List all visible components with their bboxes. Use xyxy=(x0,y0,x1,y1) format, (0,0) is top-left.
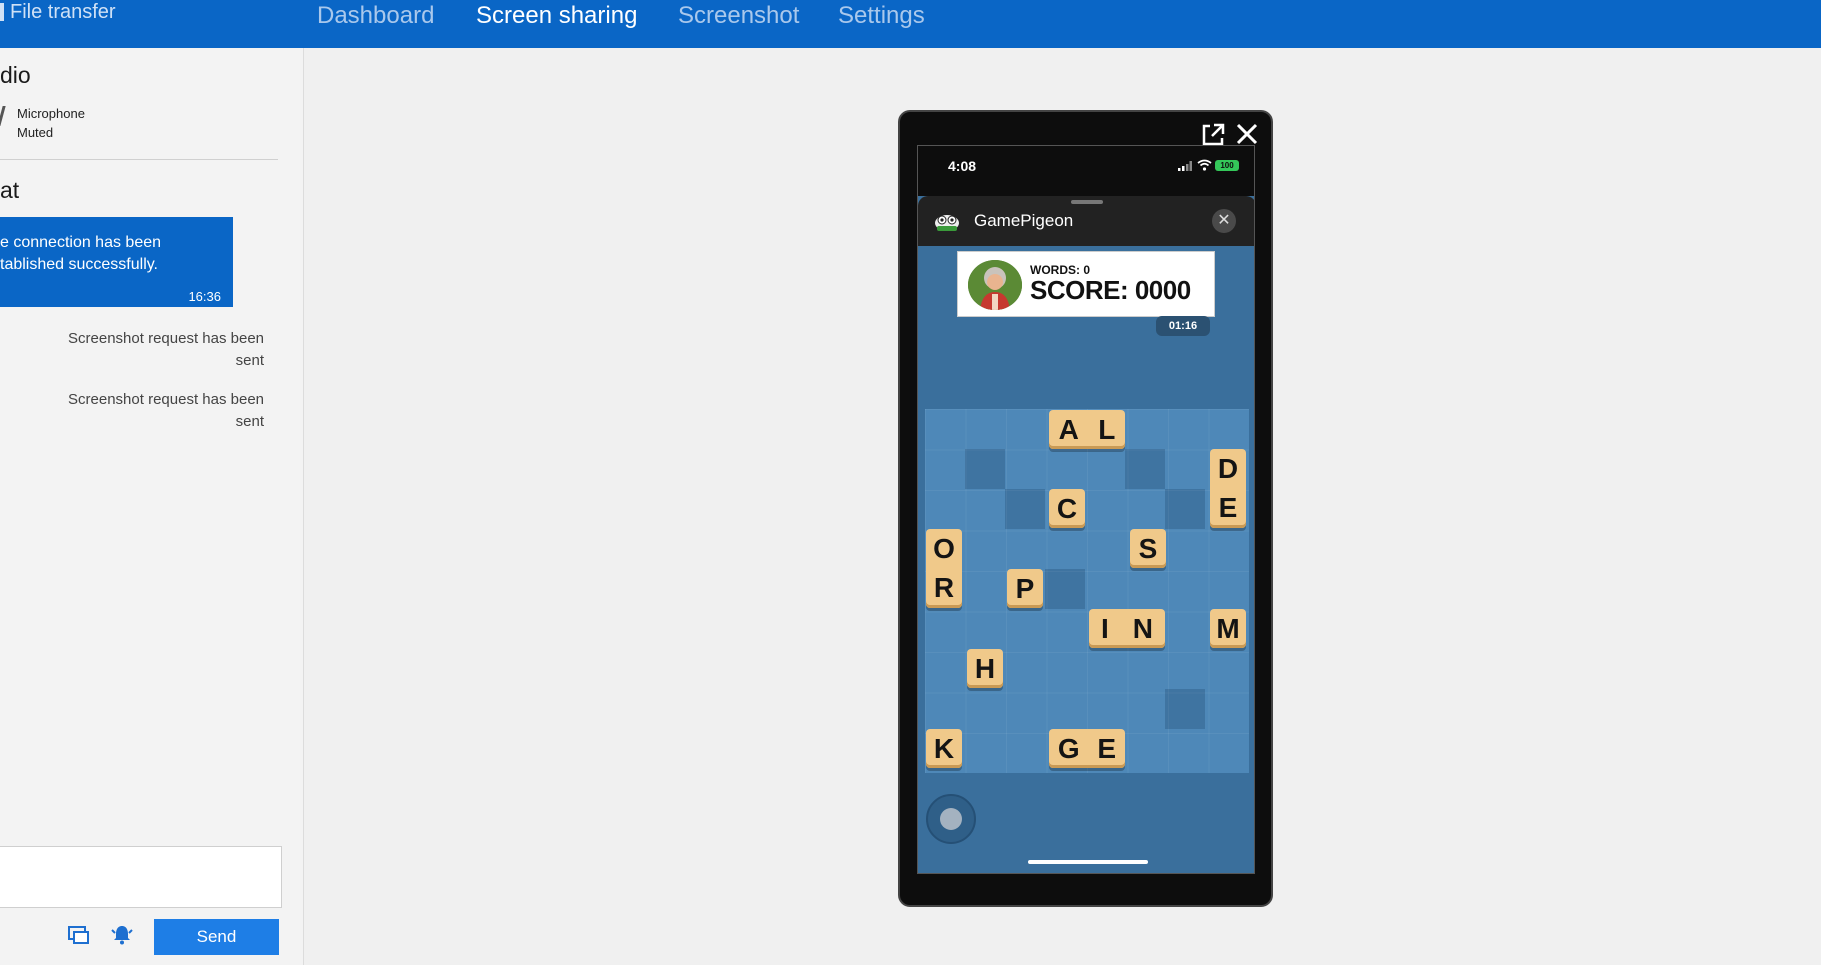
microphone-muted-text: Muted xyxy=(17,125,54,140)
file-transfer-label: File transfer xyxy=(10,0,116,23)
screenshot-icon[interactable] xyxy=(67,923,91,947)
letter-tile[interactable]: G E xyxy=(1049,729,1125,768)
letter-tile[interactable]: M xyxy=(1210,609,1246,648)
top-navigation-bar: File transfer Dashboard Screen sharing S… xyxy=(0,0,1821,48)
board-cell xyxy=(1125,449,1165,489)
joystick-control[interactable] xyxy=(926,794,976,844)
left-sidebar: dio Microphone Muted at e connection has… xyxy=(0,48,304,965)
letter-tile[interactable]: C xyxy=(1049,489,1085,528)
app-close-button[interactable]: ✕ xyxy=(1212,209,1236,233)
send-button[interactable]: Send xyxy=(154,919,279,955)
close-icon[interactable] xyxy=(1233,120,1261,148)
gamepigeon-icon xyxy=(935,215,959,231)
tile-letter: I xyxy=(1100,612,1109,644)
file-transfer-icon xyxy=(0,3,4,21)
game-board[interactable]: A L D E C O R S P I N M H K G E xyxy=(925,409,1249,773)
letter-tile[interactable]: O R xyxy=(926,529,962,608)
audio-section-title: dio xyxy=(0,62,31,88)
tile-letter: L xyxy=(1098,413,1116,445)
battery-icon: 100 xyxy=(1215,160,1239,171)
file-transfer-tab[interactable]: File transfer xyxy=(0,0,116,24)
remote-device-screen[interactable]: 4:08 100 GamePigeon ✕ WORDS: 0 SCORE: 00… xyxy=(917,145,1255,874)
tile-letter: C xyxy=(1056,492,1078,524)
letter-tile[interactable]: D E xyxy=(1210,449,1246,528)
board-cell xyxy=(965,449,1005,489)
letter-tile[interactable]: I N xyxy=(1089,609,1165,648)
tile-letter: G xyxy=(1057,732,1080,764)
tile-letter: N xyxy=(1132,612,1153,644)
tile-letter: O xyxy=(933,532,955,564)
tile-letter: S xyxy=(1138,532,1158,564)
letter-tile[interactable]: H xyxy=(967,649,1003,688)
chat-section-title: at xyxy=(0,177,20,203)
tile-letter: R xyxy=(933,572,955,604)
tile-letter: E xyxy=(1218,492,1238,524)
chat-message-time: 16:36 xyxy=(188,289,221,304)
app-header: GamePigeon ✕ xyxy=(918,196,1254,246)
tile-letter: P xyxy=(1015,572,1035,604)
sheet-grabber xyxy=(1071,200,1103,204)
board-cell xyxy=(1165,689,1205,729)
score-value: SCORE: 0000 xyxy=(1030,275,1191,305)
letter-tile[interactable]: P xyxy=(1007,569,1043,608)
tile-letter: M xyxy=(1216,612,1240,644)
tab-screen-sharing[interactable]: Screen sharing xyxy=(476,2,637,36)
chat-message-input[interactable] xyxy=(0,846,282,908)
chat-message-bubble: e connection has been tablished successf… xyxy=(0,217,233,307)
score-card: WORDS: 0 SCORE: 0000 xyxy=(957,251,1215,317)
system-message: Screenshot request has been sent xyxy=(68,391,264,430)
letter-tile[interactable]: S xyxy=(1130,529,1166,568)
notification-bell-icon[interactable] xyxy=(110,923,134,947)
tab-screenshot[interactable]: Screenshot xyxy=(678,2,799,36)
section-divider xyxy=(0,159,278,160)
letter-tile[interactable]: K xyxy=(926,729,962,768)
tile-letter: E xyxy=(1097,732,1117,764)
tile-letter: A xyxy=(1058,413,1079,445)
wifi-icon xyxy=(1197,159,1212,171)
tab-dashboard[interactable]: Dashboard xyxy=(317,2,434,36)
home-indicator[interactable] xyxy=(1028,860,1148,864)
tile-letter: D xyxy=(1217,452,1239,484)
tab-settings[interactable]: Settings xyxy=(838,2,925,36)
letter-tile[interactable]: A L xyxy=(1049,410,1125,449)
app-name: GamePigeon xyxy=(974,211,1074,230)
board-cell xyxy=(1045,569,1085,609)
microphone-label: Microphone xyxy=(17,106,85,121)
microphone-status[interactable]: Microphone Muted xyxy=(17,104,85,142)
device-screen-frame: 4:08 100 GamePigeon ✕ WORDS: 0 SCORE: 00… xyxy=(898,110,1273,907)
board-cell xyxy=(1005,489,1045,529)
game-timer: 01:16 xyxy=(1156,316,1210,336)
status-time: 4:08 xyxy=(948,158,977,174)
signal-icon xyxy=(1178,161,1192,171)
tile-letter: H xyxy=(974,652,996,684)
tile-letter: K xyxy=(933,732,955,764)
chat-message-text: e connection has been tablished successf… xyxy=(0,234,162,273)
microphone-icon xyxy=(0,106,6,126)
phone-status-bar: 4:08 100 xyxy=(918,146,1254,196)
system-message: Screenshot request has been sent xyxy=(68,330,264,369)
board-cell xyxy=(1165,489,1205,529)
player-avatar xyxy=(968,260,1022,310)
